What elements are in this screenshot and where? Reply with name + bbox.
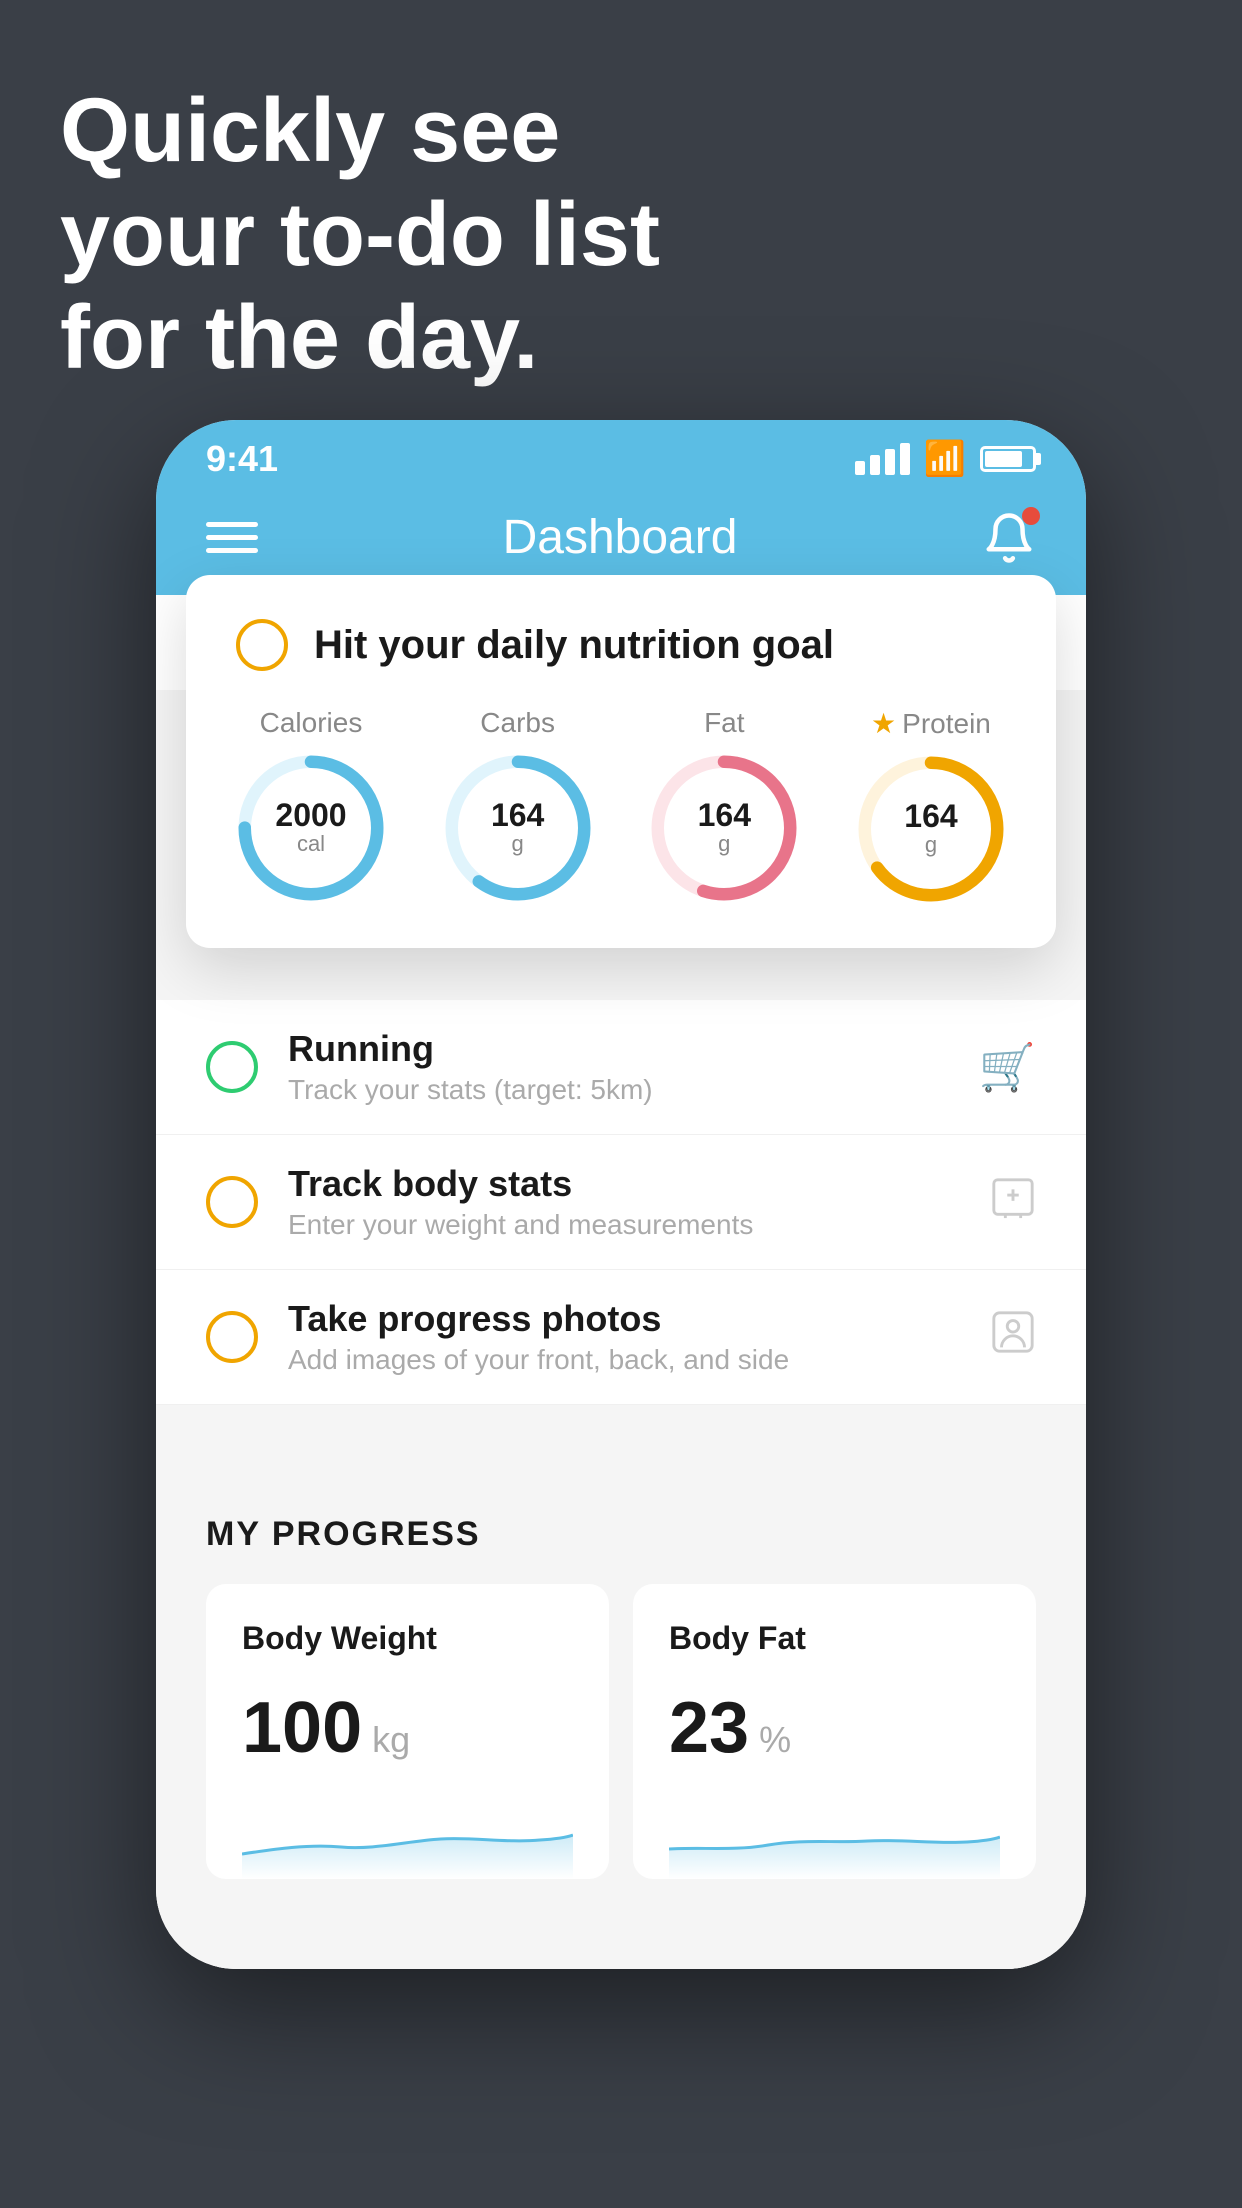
nutrition-checkbox[interactable] [236,619,288,671]
battery-icon [980,446,1036,472]
carbs-unit: g [491,831,544,857]
wifi-icon: 📶 [924,439,966,479]
nav-title: Dashboard [503,510,738,565]
headline: Quickly see your to-do list for the day. [60,80,660,391]
progress-title: MY PROGRESS [206,1515,1036,1554]
hamburger-menu[interactable] [206,522,258,553]
status-icons: 📶 [855,439,1036,479]
shoe-icon: 🛒 [979,1040,1036,1095]
photos-text: Take progress photos Add images of your … [288,1298,960,1376]
phone-bottom [156,1909,1086,1969]
protein-label-row: ★ Protein [871,707,991,740]
body-weight-card: Body Weight 100 kg [206,1584,609,1879]
nutrition-fat: Fat 164 g [649,707,799,904]
todo-item-body-stats[interactable]: Track body stats Enter your weight and m… [156,1135,1086,1270]
protein-donut: 164 g [856,754,1006,904]
fat-donut: 164 g [649,753,799,903]
fat-value: 164 [698,799,751,831]
carbs-value: 164 [491,799,544,831]
status-time: 9:41 [206,438,278,480]
carbs-donut: 164 g [443,753,593,903]
fat-label: Fat [704,707,744,739]
nutrition-calories: Calories 2000 cal [236,707,386,904]
body-fat-value-row: 23 % [669,1687,1000,1769]
star-icon: ★ [871,707,896,740]
nutrition-grid: Calories 2000 cal Carbs [236,707,1006,904]
protein-value: 164 [904,800,957,832]
body-weight-label: Body Weight [242,1620,573,1657]
notification-bell-button[interactable] [982,511,1036,565]
notification-dot [1022,507,1040,525]
body-weight-value-row: 100 kg [242,1687,573,1769]
progress-section: MY PROGRESS Body Weight 100 kg [156,1465,1086,1909]
status-bar: 9:41 📶 [156,420,1086,490]
phone-mockup: 9:41 📶 Dashboard THINGS TO DO [156,420,1086,1969]
fat-unit: g [698,831,751,857]
body-fat-card: Body Fat 23 % [633,1584,1036,1879]
protein-unit: g [904,832,957,858]
body-weight-value: 100 [242,1687,362,1769]
calories-unit: cal [275,831,346,857]
nutrition-card-title: Hit your daily nutrition goal [314,623,834,668]
todo-item-photos[interactable]: Take progress photos Add images of your … [156,1270,1086,1405]
signal-icon [855,443,910,475]
body-weight-chart [242,1799,573,1879]
body-stats-name: Track body stats [288,1163,960,1205]
body-stats-text: Track body stats Enter your weight and m… [288,1163,960,1241]
calories-value: 2000 [275,799,346,831]
person-icon [990,1309,1036,1366]
carbs-label: Carbs [480,707,555,739]
nutrition-carbs: Carbs 164 g [443,707,593,904]
body-weight-unit: kg [372,1719,410,1761]
running-sub: Track your stats (target: 5km) [288,1074,949,1106]
running-name: Running [288,1028,949,1070]
photos-checkbox[interactable] [206,1311,258,1363]
body-stats-checkbox[interactable] [206,1176,258,1228]
todo-item-running[interactable]: Running Track your stats (target: 5km) 🛒 [156,1000,1086,1135]
body-fat-value: 23 [669,1687,749,1769]
nutrition-card: Hit your daily nutrition goal Calories 2… [186,575,1056,948]
body-stats-sub: Enter your weight and measurements [288,1209,960,1241]
protein-label: Protein [902,708,991,740]
todo-list: Running Track your stats (target: 5km) 🛒… [156,1000,1086,1405]
running-checkbox[interactable] [206,1041,258,1093]
photos-sub: Add images of your front, back, and side [288,1344,960,1376]
photos-name: Take progress photos [288,1298,960,1340]
card-header: Hit your daily nutrition goal [236,619,1006,671]
body-fat-chart [669,1799,1000,1879]
app-content: THINGS TO DO TODAY Hit your daily nutrit… [156,595,1086,1969]
progress-cards: Body Weight 100 kg [206,1584,1036,1879]
body-fat-label: Body Fat [669,1620,1000,1657]
calories-label: Calories [260,707,363,739]
nutrition-protein: ★ Protein 164 g [856,707,1006,904]
calories-donut: 2000 cal [236,753,386,903]
body-fat-unit: % [759,1719,791,1761]
scale-icon [990,1174,1036,1231]
running-text: Running Track your stats (target: 5km) [288,1028,949,1106]
